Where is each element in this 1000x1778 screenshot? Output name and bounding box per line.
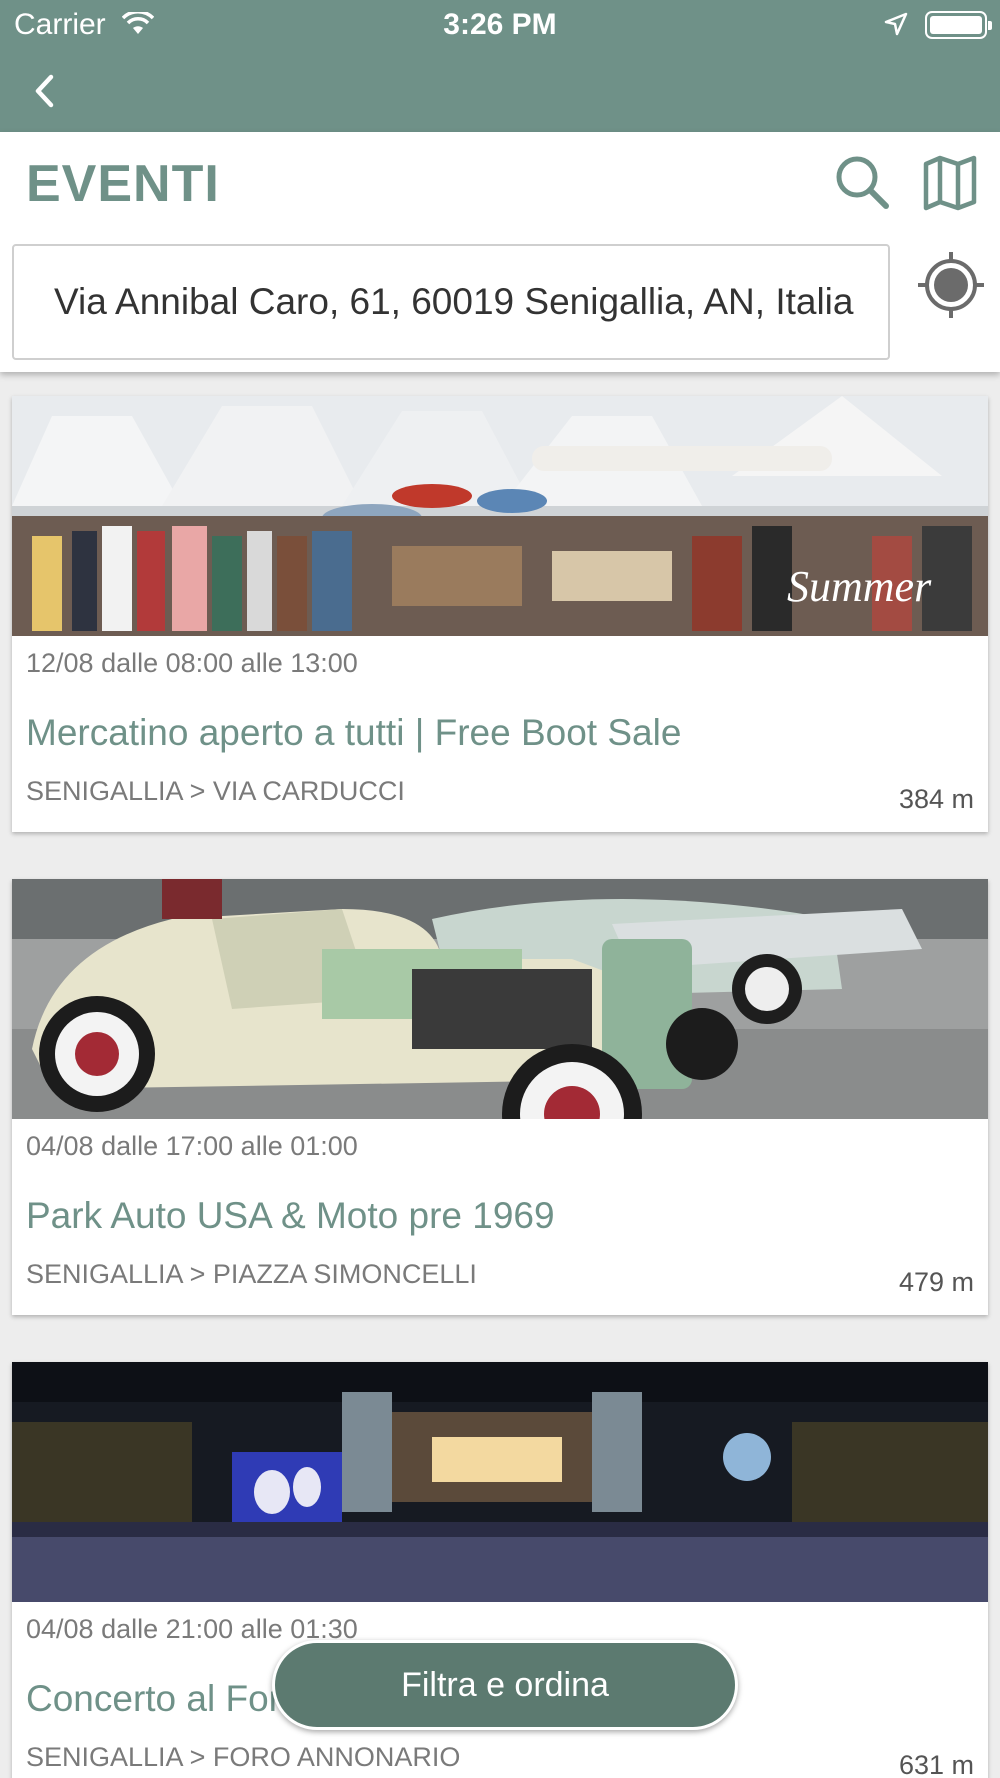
address-field[interactable]: Via Annibal Caro, 61, 60019 Senigallia, … [12,244,890,360]
status-time: 3:26 PM [443,8,557,41]
event-image-cars [12,879,988,1119]
map-button[interactable] [920,152,980,212]
event-place: SENIGALLIA > VIA CARDUCCI [26,776,405,806]
crosshair-icon [918,252,984,318]
battery-icon [925,11,992,39]
filter-sort-label: Filtra e ordina [401,1665,609,1704]
event-distance: 631 m [898,1750,974,1778]
event-card[interactable]: Summer 12/08 dalle 08:00 alle 13:00 Merc… [12,396,988,832]
back-button[interactable] [24,66,64,116]
event-image-concert [12,1362,988,1602]
event-name: Mercatino aperto a tutti | Free Boot Sal… [26,712,682,753]
event-name: Concerto al Foro [26,1678,302,1719]
search-button[interactable] [832,152,892,212]
event-date: 12/08 dalle 08:00 alle 13:00 [26,648,358,678]
image-caption: Summer [787,562,932,611]
locate-button[interactable] [916,250,986,320]
map-icon [923,155,977,211]
event-distance: 384 m [898,784,974,814]
nav-bar: Carrier 3:26 PM [0,0,1000,132]
event-place: SENIGALLIA > PIAZZA SIMONCELLI [26,1259,477,1289]
event-card[interactable]: 04/08 dalle 17:00 alle 01:00 Park Auto U… [12,879,988,1315]
address-text: Via Annibal Caro, 61, 60019 Senigallia, … [54,281,854,322]
event-distance: 479 m [898,1267,974,1297]
event-name: Park Auto USA & Moto pre 1969 [26,1195,555,1236]
event-image-market: Summer [12,396,988,636]
chevron-left-icon [35,74,54,108]
search-icon [836,156,889,209]
header-panel: EVENTI Via Annibal Caro, 61, 60019 Senig… [0,132,1000,372]
event-date: 04/08 dalle 17:00 alle 01:00 [26,1131,358,1161]
page-title: EVENTI [26,155,220,213]
filter-sort-button[interactable]: Filtra e ordina [272,1640,738,1730]
event-place: SENIGALLIA > FORO ANNONARIO [26,1742,461,1772]
location-arrow-icon [884,12,908,36]
